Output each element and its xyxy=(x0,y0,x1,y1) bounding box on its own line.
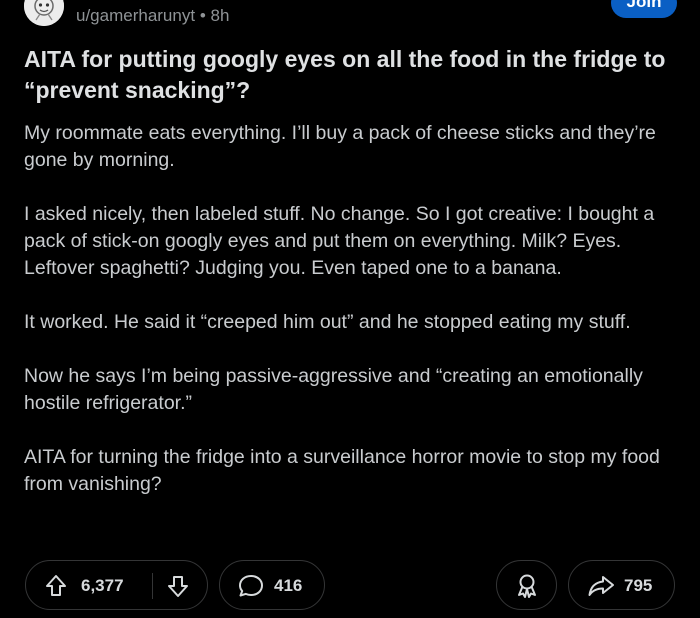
meta-separator: • xyxy=(199,6,206,25)
body-paragraph: I asked nicely, then labeled stuff. No c… xyxy=(24,203,655,279)
award-button[interactable] xyxy=(496,560,557,610)
join-button[interactable]: Join xyxy=(611,0,677,18)
avatar[interactable] xyxy=(24,0,64,26)
arrow-down-icon[interactable] xyxy=(167,574,189,603)
vote-divider xyxy=(152,573,153,599)
share-count: 795 xyxy=(624,576,653,595)
avatar-icon xyxy=(24,0,64,26)
comment-bubble-icon xyxy=(238,574,264,603)
body-paragraph: It worked. He said it “creeped him out” … xyxy=(24,311,631,333)
vote-control: 6,377 xyxy=(25,560,208,610)
post-title: AITA for putting googly eyes on all the … xyxy=(24,46,666,103)
comment-count: 416 xyxy=(274,576,303,595)
upvote-count: 6,377 xyxy=(81,576,124,595)
share-arrow-icon xyxy=(587,574,615,603)
post-age: 8h xyxy=(210,6,230,25)
author-link[interactable]: u/gamerharunyt xyxy=(76,6,195,25)
post-body: My roommate eats everything. I’ll buy a … xyxy=(24,120,679,525)
post-action-bar: 6,377 416 795 xyxy=(0,560,700,612)
comments-button[interactable]: 416 xyxy=(219,560,325,610)
arrow-up-icon[interactable] xyxy=(45,574,67,603)
post-header: u/gamerharunyt • 8h Join xyxy=(0,0,700,34)
body-paragraph: AITA for turning the fridge into a surve… xyxy=(24,446,660,495)
body-paragraph: Now he says I’m being passive-aggressive… xyxy=(24,365,643,414)
post-meta: u/gamerharunyt • 8h xyxy=(76,6,229,26)
award-icon xyxy=(514,573,540,604)
share-button[interactable]: 795 xyxy=(568,560,675,610)
body-paragraph: My roommate eats everything. I’ll buy a … xyxy=(24,122,656,171)
